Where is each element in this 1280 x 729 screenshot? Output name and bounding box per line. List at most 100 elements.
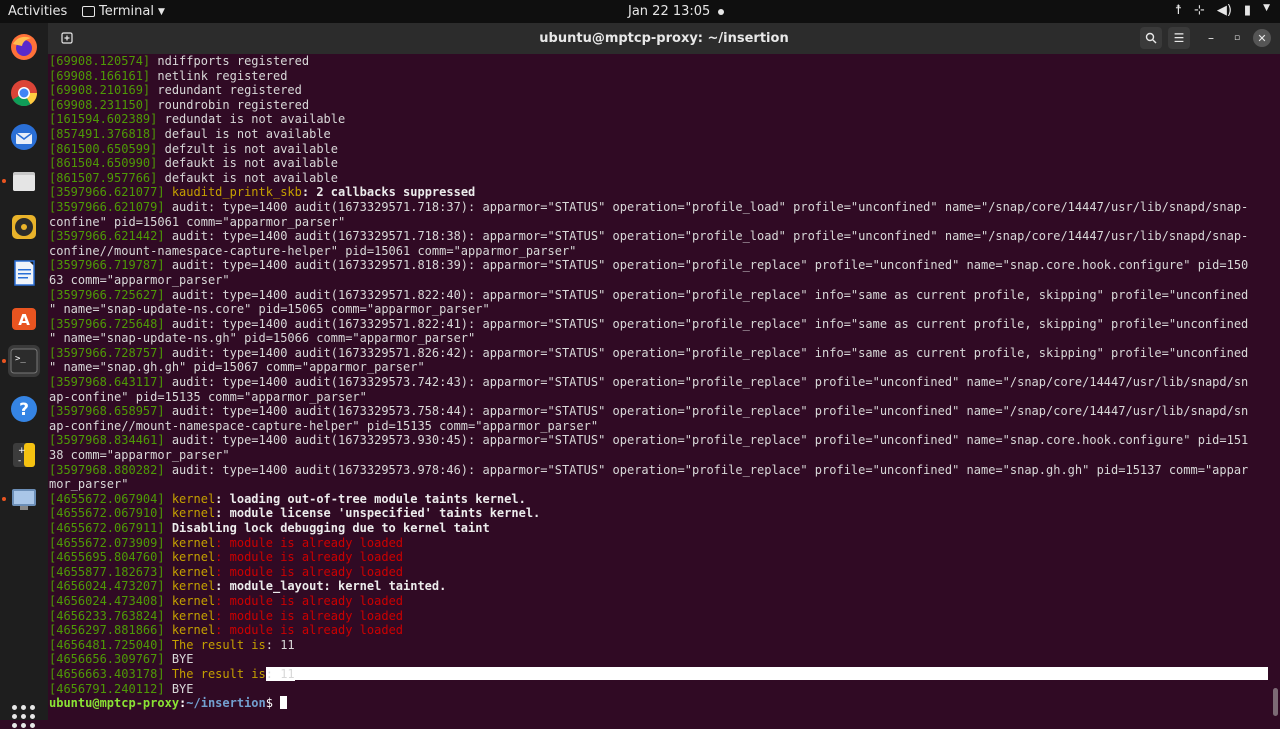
svg-text:-: - xyxy=(18,456,21,466)
timestamp: [4656024.473408] xyxy=(49,593,165,608)
terminal-line: [4656791.240112] BYE xyxy=(48,682,1268,697)
screenshot-icon[interactable] xyxy=(8,483,40,515)
terminal-line: [861507.957766] defaukt is not available xyxy=(48,171,1268,186)
bold-message: : module license 'unspecified' taints ke… xyxy=(215,506,541,521)
timestamp: [861500.650599] xyxy=(49,141,158,156)
message: defaukt is not available xyxy=(157,156,338,171)
calculator-icon[interactable]: + - xyxy=(8,439,40,471)
terminal-line: confine" pid=15061 comm="apparmor_parser… xyxy=(48,215,1268,230)
rhythmbox-icon[interactable] xyxy=(8,211,40,243)
thunderbird-icon[interactable] xyxy=(8,121,40,153)
timestamp: [69908.120574] xyxy=(49,54,151,68)
log-label: kernel xyxy=(164,579,216,594)
prompt-symbol: $ xyxy=(265,696,281,711)
terminal-line: [4656481.725040] The result is: 11 xyxy=(48,638,1268,653)
libreoffice-writer-icon[interactable] xyxy=(8,257,40,289)
app-menu[interactable]: Terminal ▼ xyxy=(82,4,165,19)
timestamp: [4655672.067910] xyxy=(49,506,165,521)
bold-message: Disabling lock debugging due to kernel t… xyxy=(164,521,490,535)
timestamp: [861507.957766] xyxy=(49,170,158,185)
log-label: kernel xyxy=(164,623,216,638)
chrome-icon[interactable] xyxy=(8,77,40,109)
firefox-icon[interactable] xyxy=(8,31,40,63)
message: BYE xyxy=(164,652,194,667)
terminal-line: [3597966.719787] audit: type=1400 audit(… xyxy=(48,258,1268,273)
maximize-icon: ▫ xyxy=(1233,33,1241,43)
network-icon[interactable]: ⊹ xyxy=(1194,3,1205,18)
prompt-user-host: ubuntu@mptcp-proxy xyxy=(49,696,180,711)
scrollbar[interactable] xyxy=(1273,54,1278,720)
message: roundrobin registered xyxy=(150,97,310,112)
message: audit: type=1400 audit(1673329571.818:39… xyxy=(164,258,1249,273)
terminal-line: [3597968.643117] audit: type=1400 audit(… xyxy=(48,375,1268,390)
message: ap-confine" pid=15135 comm="apparmor_par… xyxy=(49,389,367,404)
message: audit: type=1400 audit(1673329573.758:44… xyxy=(164,404,1249,419)
timestamp: [3597966.725627] xyxy=(49,287,165,302)
timestamp: [3597966.728757] xyxy=(49,345,165,360)
timestamp: [3597966.621077] xyxy=(49,185,165,200)
menu-button[interactable]: ☰ xyxy=(1168,27,1190,49)
app-menu-label: Terminal xyxy=(99,4,154,19)
volume-icon[interactable]: ◀) xyxy=(1217,3,1232,18)
terminal-line: [4655672.067911] Disabling lock debuggin… xyxy=(48,521,1268,536)
message: " name="snap.gh.gh" pid=15067 comm="appa… xyxy=(49,360,425,375)
show-applications-icon[interactable] xyxy=(12,705,36,729)
timestamp: [4655877.182673] xyxy=(49,564,165,579)
search-button[interactable] xyxy=(1140,27,1162,49)
terminal-line: [69908.231150] roundrobin registered xyxy=(48,98,1268,113)
message: mor_parser" xyxy=(49,477,129,492)
terminal-line: [69908.210169] redundant registered xyxy=(48,83,1268,98)
terminal-icon[interactable]: >_ xyxy=(8,345,40,377)
terminal-line: " name="snap-update-ns.core" pid=15065 c… xyxy=(48,302,1268,317)
terminal-line: [4655672.073909] kernel: module is alrea… xyxy=(48,536,1268,551)
timestamp: [861504.650990] xyxy=(49,156,158,171)
message: confine" pid=15061 comm="apparmor_parser… xyxy=(49,214,346,229)
terminal-line: [4656297.881866] kernel: module is alrea… xyxy=(48,623,1268,638)
selected-text: : 11 xyxy=(265,666,295,681)
files-icon[interactable] xyxy=(8,165,40,197)
clock-label: Jan 22 13:05 xyxy=(628,4,711,19)
terminal-line: 38 comm="apparmor_parser" xyxy=(48,448,1268,463)
terminal-line: [4655672.067904] kernel: loading out-of-… xyxy=(48,492,1268,507)
terminal-prompt[interactable]: ubuntu@mptcp-proxy:~/insertion$ xyxy=(48,696,1268,711)
message: BYE xyxy=(164,681,194,696)
chevron-down-icon[interactable]: ▼ xyxy=(1263,3,1270,18)
terminal-line: [4656663.403178] The result is: 11 xyxy=(48,666,1268,682)
maximize-button[interactable]: ▫ xyxy=(1226,27,1248,49)
terminal-line: [3597966.725648] audit: type=1400 audit(… xyxy=(48,317,1268,332)
message: 38 comm="apparmor_parser" xyxy=(49,448,230,463)
accessibility-icon[interactable]: ☨ xyxy=(1175,3,1182,18)
message: ndiffports registered xyxy=(150,54,310,68)
log-label: kernel xyxy=(164,608,216,623)
svg-text:?: ? xyxy=(19,400,29,420)
software-icon[interactable]: A xyxy=(8,303,40,335)
activities-button[interactable]: Activities xyxy=(8,4,67,19)
terminal-output[interactable]: [69908.120574] ndiffports registered [699… xyxy=(48,54,1268,720)
notification-dot-icon xyxy=(718,8,725,15)
terminal-line: " name="snap-update-ns.gh" pid=15066 com… xyxy=(48,331,1268,346)
message: " name="snap-update-ns.gh" pid=15066 com… xyxy=(49,331,476,346)
timestamp: [3597968.834461] xyxy=(49,433,165,448)
terminal-line: [857491.376818] defaul is not available xyxy=(48,127,1268,142)
minimize-button[interactable]: – xyxy=(1200,27,1222,49)
help-icon[interactable]: ? xyxy=(8,393,40,425)
terminal-line: [4655695.804760] kernel: module is alrea… xyxy=(48,550,1268,565)
terminal-line: 63 comm="apparmor_parser" xyxy=(48,273,1268,288)
close-icon: ✕ xyxy=(1257,31,1267,45)
timestamp: [161594.602389] xyxy=(49,112,158,127)
search-icon xyxy=(1145,32,1157,44)
scrollbar-thumb[interactable] xyxy=(1273,688,1278,716)
terminal-line: ap-confine//mount-namespace-capture-help… xyxy=(48,419,1268,434)
battery-icon[interactable]: ▮ xyxy=(1244,3,1251,18)
system-tray[interactable]: ☨ ⊹ ◀) ▮ ▼ xyxy=(1175,3,1270,18)
clock[interactable]: Jan 22 13:05 xyxy=(628,4,725,19)
timestamp: [3597968.643117] xyxy=(49,375,165,390)
close-button[interactable]: ✕ xyxy=(1253,29,1271,47)
error-message: : module is already loaded xyxy=(215,550,404,565)
log-label: The result is xyxy=(164,666,266,681)
log-label: kernel xyxy=(164,535,216,550)
timestamp: [3597966.621442] xyxy=(49,229,165,244)
terminal-line: [3597966.621077] kauditd_printk_skb: 2 c… xyxy=(48,185,1268,200)
top-bar: Activities Terminal ▼ Jan 22 13:05 ☨ ⊹ ◀… xyxy=(0,0,1280,23)
log-label: kernel xyxy=(164,564,216,579)
